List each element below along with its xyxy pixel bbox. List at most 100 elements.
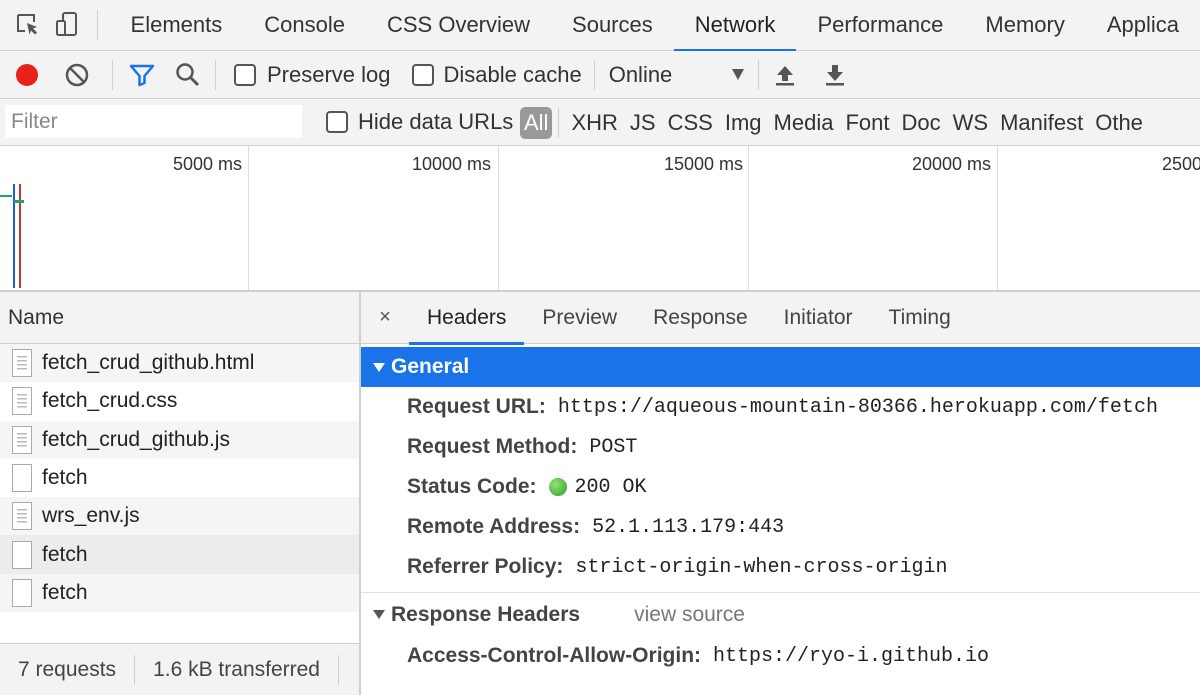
filter-toggle-button[interactable] <box>127 51 157 99</box>
request-name: wrs_env.js <box>42 504 140 528</box>
timeline-tick: 2500 <box>1162 154 1200 174</box>
filter-type-xhr[interactable]: XHR <box>565 110 623 136</box>
devtools-tab-bar: Elements Console CSS Overview Sources Networ… <box>0 0 1200 52</box>
tab-network[interactable]: Network <box>673 0 797 52</box>
request-name: fetch_crud.css <box>42 389 178 413</box>
filter-type-othe[interactable]: Othe <box>1089 110 1149 136</box>
view-source-link[interactable]: view source <box>634 603 745 627</box>
filter-type-js[interactable]: JS <box>624 110 662 136</box>
request-row[interactable]: fetch_crud_github.html <box>0 344 359 383</box>
header-key: Status Code: <box>407 475 537 498</box>
download-icon <box>825 64 844 85</box>
header-key: Access-Control-Allow-Origin: <box>407 644 702 667</box>
filter-type-css[interactable]: CSS <box>662 110 719 136</box>
blank-file-icon <box>12 464 32 493</box>
header-key: Request URL: <box>407 395 546 418</box>
response-headers-title: Response Headers <box>391 602 581 626</box>
request-list-panel: Name fetch_crud_github.html fetch_crud.cs… <box>0 292 361 695</box>
network-overview-timeline[interactable]: 5000 ms 10000 ms 15000 ms 20000 ms 2500 <box>0 146 1200 292</box>
filter-type-font[interactable]: Font <box>839 110 895 136</box>
request-name: fetch <box>42 580 88 604</box>
request-row[interactable]: fetch <box>0 459 359 497</box>
filter-type-doc[interactable]: Doc <box>895 110 946 136</box>
request-bar <box>0 195 12 197</box>
header-row-request-method: Request Method: POST <box>361 427 1200 467</box>
disable-cache-checkbox[interactable] <box>411 63 434 86</box>
tab-sources[interactable]: Sources <box>551 0 674 51</box>
filter-type-all[interactable]: All <box>520 106 553 139</box>
filter-input[interactable] <box>5 105 302 138</box>
search-button[interactable] <box>163 51 213 99</box>
request-row[interactable]: fetch <box>0 535 359 574</box>
header-value: 200 OK <box>574 475 647 499</box>
dropdown-arrow-icon <box>731 69 744 80</box>
header-value: https://aqueous-mountain-80366.herokuapp… <box>557 395 1158 419</box>
disable-cache-label: Disable cache <box>443 61 582 87</box>
timeline-tick: 15000 ms <box>664 154 744 174</box>
general-section-header[interactable]: General <box>361 347 1200 387</box>
hide-data-urls-checkbox[interactable] <box>326 111 348 133</box>
throttling-value: Online <box>608 61 673 87</box>
hide-data-urls-label: Hide data URLs <box>358 109 514 134</box>
header-value: strict-origin-when-cross-origin <box>575 555 948 579</box>
name-column-header[interactable]: Name <box>0 292 359 344</box>
detail-tab-headers[interactable]: Headers <box>409 292 525 345</box>
header-row-access-control-allow-origin: Access-Control-Allow-Origin: https://ryo-… <box>361 636 1200 676</box>
tab-applica[interactable]: Applica <box>1086 0 1200 51</box>
document-icon <box>12 387 32 416</box>
import-har-button[interactable] <box>773 51 797 99</box>
header-row-request-url: Request URL: https://aqueous-mountain-803… <box>361 387 1200 427</box>
timeline-tick: 20000 ms <box>912 154 992 174</box>
request-name: fetch_crud_github.html <box>42 351 255 375</box>
clear-icon <box>65 63 89 86</box>
record-button[interactable] <box>0 51 54 99</box>
header-key: Request Method: <box>407 435 578 458</box>
header-row-referrer-policy: Referrer Policy: strict-origin-when-cross… <box>361 547 1200 587</box>
request-row[interactable]: wrs_env.js <box>0 497 359 536</box>
inspect-element-icon[interactable] <box>8 0 47 51</box>
response-headers-section-header[interactable]: Response Headers view source <box>361 592 1200 636</box>
upload-icon <box>775 65 794 85</box>
request-row[interactable]: fetch_crud.css <box>0 382 359 420</box>
network-toolbar: Preserve log Disable cache Online <box>0 51 1200 99</box>
search-icon <box>176 62 200 86</box>
request-row[interactable]: fetch_crud_github.js <box>0 420 359 459</box>
preserve-log-label: Preserve log <box>267 61 391 87</box>
detail-tab-response[interactable]: Response <box>635 292 766 344</box>
header-key: Referrer Policy: <box>407 555 564 578</box>
request-name: fetch_crud_github.js <box>42 427 230 451</box>
detail-tab-timing[interactable]: Timing <box>871 292 969 344</box>
tab-memory[interactable]: Memory <box>964 0 1085 51</box>
filter-type-img[interactable]: Img <box>719 110 768 136</box>
header-value: https://ryo-i.github.io <box>713 644 990 668</box>
request-row[interactable]: fetch <box>0 573 359 613</box>
filter-type-manifest[interactable]: Manifest <box>994 110 1089 136</box>
device-toolbar-icon[interactable] <box>47 0 86 51</box>
detail-tab-initiator[interactable]: Initiator <box>766 292 871 344</box>
header-key: Remote Address: <box>407 515 581 538</box>
timeline-tick: 10000 ms <box>412 154 492 174</box>
detail-tab-preview[interactable]: Preview <box>524 292 635 344</box>
general-section-title: General <box>391 355 470 378</box>
tab-console[interactable]: Console <box>243 0 366 51</box>
close-detail-button[interactable]: × <box>361 292 409 344</box>
response-headers-section: Access-Control-Allow-Origin: https://ryo-… <box>361 636 1200 676</box>
filter-type-media[interactable]: Media <box>768 110 840 136</box>
transferred-size: 1.6 kB transferred <box>153 657 320 681</box>
filter-type-ws[interactable]: WS <box>947 110 994 136</box>
header-value: POST <box>589 435 638 459</box>
tab-performance[interactable]: Performance <box>796 0 964 51</box>
request-name: fetch <box>42 542 88 566</box>
collapse-triangle-icon <box>373 610 385 619</box>
header-row-remote-address: Remote Address: 52.1.113.179:443 <box>361 507 1200 547</box>
tab-elements[interactable]: Elements <box>110 0 244 51</box>
funnel-icon <box>129 64 155 86</box>
export-har-button[interactable] <box>823 51 847 99</box>
header-value: 52.1.113.179:443 <box>592 515 785 539</box>
preserve-log-checkbox[interactable] <box>234 63 256 86</box>
clear-button[interactable] <box>54 51 100 99</box>
blank-file-icon <box>12 578 32 607</box>
tab-css-overview[interactable]: CSS Overview <box>366 0 551 51</box>
filter-bar: Hide data URLs All XHRJSCSSImgMediaFontDo… <box>0 99 1200 146</box>
throttling-select[interactable]: Online <box>609 62 744 88</box>
